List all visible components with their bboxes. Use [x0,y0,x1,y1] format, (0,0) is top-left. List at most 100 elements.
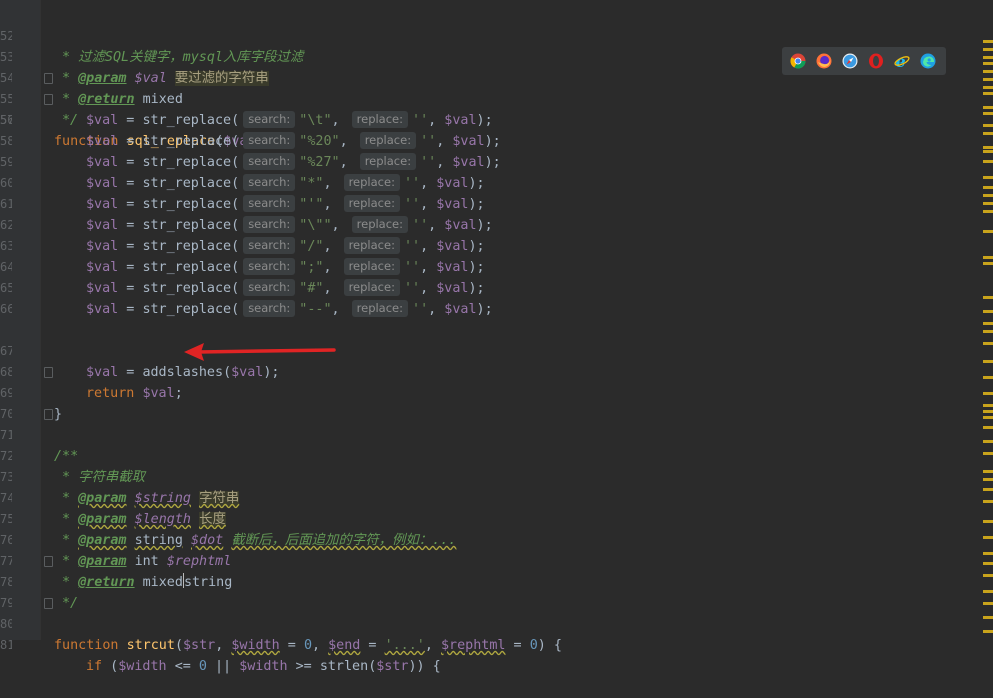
param-hint-replace: replace: [343,258,400,275]
warning-marker[interactable] [983,310,993,313]
warning-marker[interactable] [983,520,993,523]
warning-marker[interactable] [983,470,993,473]
fold-marker[interactable] [44,73,53,84]
warning-marker[interactable] [983,500,993,503]
function-call: str_replace [142,281,232,296]
param-hint-search: search: [243,195,296,212]
warning-marker[interactable] [983,360,993,363]
red-arrow-annotation [184,343,336,361]
warning-marker[interactable] [983,552,993,555]
warning-marker[interactable] [983,440,993,443]
param-hint-search: search: [243,279,296,296]
doc-desc: 要过滤的字符串 [174,71,269,86]
edge-icon[interactable] [918,51,938,71]
warning-marker[interactable] [983,404,993,407]
warning-marker[interactable] [983,132,993,135]
line-number: 58 [0,134,12,148]
warning-marker[interactable] [983,150,993,153]
param-hint-search: search: [243,216,296,233]
fold-marker[interactable] [44,94,53,105]
line-number: 57 [0,113,12,127]
warning-marker[interactable] [983,186,993,189]
warning-marker[interactable] [983,296,993,299]
warning-marker[interactable] [983,202,993,205]
warning-marker[interactable] [983,78,993,81]
function-call: str_replace [142,155,232,170]
code-line: 75 * @param string $dot 截断后，后面追加的字符，例如：.… [0,488,456,548]
warning-marker[interactable] [983,56,993,59]
warning-marker[interactable] [983,262,993,265]
search-arg: "*" [299,176,324,191]
doc-var: $val [134,71,167,86]
code-line: 80 function strcut($str, $width = 0, $en… [0,593,562,653]
warning-marker[interactable] [983,410,993,413]
fold-marker[interactable] [44,409,53,420]
chrome-icon[interactable] [788,51,808,71]
warning-marker[interactable] [983,48,993,51]
warning-marker[interactable] [983,210,993,213]
safari-icon[interactable] [840,51,860,71]
warning-marker[interactable] [983,574,993,577]
search-arg: "\"" [299,218,332,233]
warning-marker[interactable] [983,330,993,333]
function-call: str_replace [142,176,232,191]
param-hint-search: search: [243,237,296,254]
ie-icon[interactable]: e [892,51,912,71]
warning-marker[interactable] [983,124,993,127]
warning-marker[interactable] [983,488,993,491]
warning-marker[interactable] [983,106,993,109]
opera-icon[interactable] [866,51,886,71]
warning-marker[interactable] [983,590,993,593]
warning-marker[interactable] [983,194,993,197]
code-line: 70 [0,383,32,421]
code-line: 55 */ [0,68,78,128]
code-line: 76 * @param int $rephtml [0,509,231,569]
doc-type: mixed [142,92,183,107]
warning-marker[interactable] [983,62,993,65]
search-arg: "%20" [299,134,340,149]
fold-marker[interactable] [44,367,53,378]
fold-marker[interactable] [44,556,53,567]
code-line: 74 * @param $length 长度 [0,467,226,527]
code-line: 53 * @param $val 要过滤的字符串 [0,26,269,86]
fold-marker[interactable] [44,598,53,609]
code-line: 69 } [0,362,62,422]
warning-marker[interactable] [983,160,993,163]
warning-marker[interactable] [983,536,993,539]
param-hint-replace: replace: [359,132,417,149]
warning-marker[interactable] [983,342,993,345]
code-editor[interactable]: 52 * 过滤SQL关键字，mysql入库字段过滤 53 * @param $v… [0,5,975,674]
warning-marker[interactable] [983,376,993,379]
warning-marker[interactable] [983,256,993,259]
warning-marker[interactable] [983,176,993,179]
warning-marker[interactable] [983,112,993,115]
param-hint-search: search: [243,153,296,170]
error-stripe-scrollbar[interactable] [975,0,993,640]
warning-marker[interactable] [983,392,993,395]
warning-marker[interactable] [983,230,993,233]
code-line: 68 return $val; [0,341,183,401]
firefox-icon[interactable] [814,51,834,71]
warning-marker[interactable] [983,322,993,325]
line-number: 81 [0,638,12,652]
warning-marker[interactable] [983,452,993,455]
code-line: 73 * @param $string 字符串 [0,446,240,506]
warning-marker[interactable] [983,92,993,95]
function-call: str_replace [142,302,232,317]
warning-marker[interactable] [983,562,993,565]
code-line: 77 * @return mixedstring [0,530,232,590]
warning-marker[interactable] [983,602,993,605]
warning-marker[interactable] [983,40,993,43]
warning-marker[interactable] [983,426,993,429]
warning-marker[interactable] [983,416,993,419]
warning-marker[interactable] [983,86,993,89]
search-arg: "\t" [299,113,332,128]
warning-marker[interactable] [983,146,993,149]
code-line: 67 $val = addslashes($val); [0,320,280,380]
warning-marker[interactable] [983,478,993,481]
search-arg: "/" [299,239,324,254]
warning-marker[interactable] [983,70,993,73]
warning-marker[interactable] [983,616,993,619]
warning-marker[interactable] [983,630,993,633]
code-line: 52 * 过滤SQL关键字，mysql入库字段过滤 [0,5,975,65]
